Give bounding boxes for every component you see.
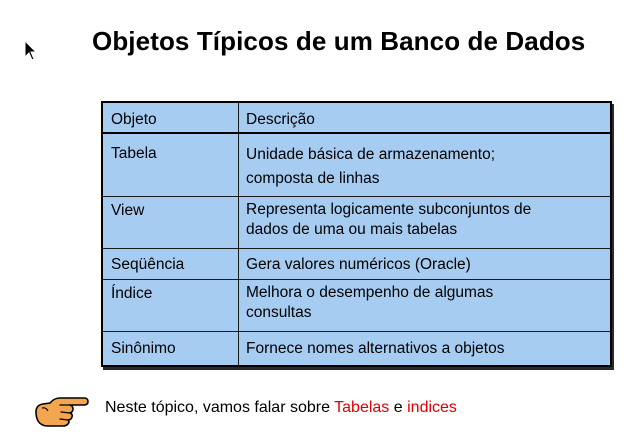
objects-table: Objeto Descrição Tabela Unidade básica d… xyxy=(101,101,612,367)
table-row: Sinônimo Fornece nomes alternativos a ob… xyxy=(103,332,610,365)
slide: Objetos Típicos de um Banco de Dados Obj… xyxy=(0,0,641,439)
table-header-row: Objeto Descrição xyxy=(103,103,610,134)
object-cell: Seqüência xyxy=(111,256,185,273)
description-line: composta de linhas xyxy=(246,170,380,187)
description-line: Unidade básica de armazenamento; xyxy=(246,146,496,163)
description-line: Representa logicamente subconjuntos de xyxy=(246,201,532,218)
footer-text: Neste tópico, vamos falar sobre Tabelas … xyxy=(105,399,457,417)
arrow-cursor-icon xyxy=(24,40,38,61)
description-line: consultas xyxy=(246,304,312,321)
description-cell: Unidade básica de armazenamento; compost… xyxy=(246,143,606,191)
header-description: Descrição xyxy=(246,111,315,128)
description-cell: Gera valores numéricos (Oracle) xyxy=(246,254,606,276)
description-line: Gera valores numéricos (Oracle) xyxy=(246,256,471,273)
table-row: Seqüência Gera valores numéricos (Oracle… xyxy=(103,249,610,280)
table-row: View Representa logicamente subconjuntos… xyxy=(103,197,610,249)
table-row: Tabela Unidade básica de armazenamento; … xyxy=(103,134,610,197)
footer-highlight-indices: indices xyxy=(407,399,457,416)
column-divider xyxy=(238,332,239,365)
object-cell: Sinônimo xyxy=(111,340,176,357)
footer-middle: e xyxy=(389,399,408,416)
header-object: Objeto xyxy=(111,111,157,128)
description-cell: Fornece nomes alternativos a objetos xyxy=(246,338,606,360)
description-cell: Representa logicamente subconjuntos de d… xyxy=(246,200,606,240)
description-line: Fornece nomes alternativos a objetos xyxy=(246,340,505,357)
column-divider xyxy=(238,249,239,279)
column-divider xyxy=(238,134,239,196)
description-cell: Melhora o desempenho de algumas consulta… xyxy=(246,283,606,323)
object-cell: View xyxy=(111,202,145,219)
column-divider xyxy=(238,197,239,248)
description-line: Melhora o desempenho de algumas xyxy=(246,284,494,301)
footer-prefix: Neste tópico, vamos falar sobre xyxy=(105,399,335,416)
footer-highlight-tabelas: Tabelas xyxy=(334,399,390,416)
column-divider xyxy=(238,280,239,331)
slide-title: Objetos Típicos de um Banco de Dados xyxy=(92,26,586,56)
description-line: dados de uma ou mais tabelas xyxy=(246,221,458,238)
column-divider xyxy=(238,103,239,132)
object-cell: Índice xyxy=(111,285,153,302)
pointing-hand-icon xyxy=(35,397,89,427)
object-cell: Tabela xyxy=(111,145,157,162)
table-row: Índice Melhora o desempenho de algumas c… xyxy=(103,280,610,332)
